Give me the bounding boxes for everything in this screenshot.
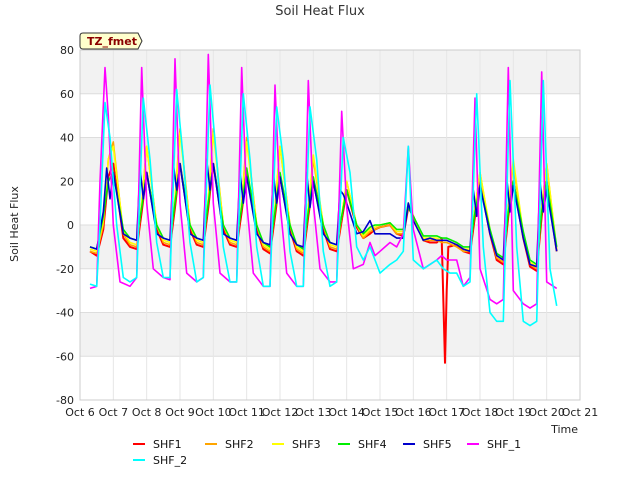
legend-label: SHF5	[423, 438, 452, 451]
x-axis-ticks: Oct 6 Oct 7 Oct 8 Oct 9 Oct 10Oct 11Oct 12Oc…	[65, 406, 598, 419]
x-tick-label: Oct 8	[132, 406, 162, 419]
legend-label: SHF2	[225, 438, 254, 451]
y-tick-label: -60	[56, 350, 74, 363]
plot-band	[80, 93, 580, 138]
y-axis-title: Soil Heat Flux	[8, 186, 21, 262]
x-tick-label: Oct 19	[495, 406, 532, 419]
y-tick-label: -20	[56, 263, 74, 276]
x-tick-label: Oct 14	[328, 406, 365, 419]
x-tick-label: Oct 15	[362, 406, 399, 419]
y-tick-label: 40	[60, 132, 74, 145]
x-tick-label: Oct 21	[562, 406, 599, 419]
y-tick-label: -40	[56, 307, 74, 320]
legend-label: SHF3	[292, 438, 321, 451]
x-tick-label: Oct 10	[195, 406, 232, 419]
legend-label: SHF_1	[487, 438, 521, 451]
plot-band	[80, 137, 580, 182]
legend-label: SHF_2	[153, 454, 187, 467]
x-axis-title: Time	[550, 423, 578, 436]
chart-title: Soil Heat Flux	[275, 4, 365, 19]
y-tick-label: 60	[60, 88, 74, 101]
x-tick-label: Oct 18	[462, 406, 499, 419]
legend-label: SHF1	[153, 438, 182, 451]
x-tick-label: Oct 7	[99, 406, 129, 419]
plot-band	[80, 50, 580, 94]
y-tick-label: 0	[67, 219, 74, 232]
annotation-badge-text: TZ_fmet	[87, 35, 137, 48]
plot-band	[80, 356, 580, 400]
y-tick-label: 20	[60, 175, 74, 188]
plot-band	[80, 312, 580, 357]
x-tick-label: Oct 17	[428, 406, 465, 419]
x-tick-label: Oct 12	[262, 406, 299, 419]
legend-label: SHF4	[358, 438, 387, 451]
soil-heat-flux-chart: -80-60-40-20020406080 Oct 6 Oct 7 Oct 8 Oct…	[0, 0, 640, 480]
x-tick-label: Oct 9	[165, 406, 195, 419]
x-tick-label: Oct 11	[228, 406, 265, 419]
y-tick-label: 80	[60, 44, 74, 57]
x-tick-label: Oct 16	[395, 406, 432, 419]
x-tick-label: Oct 20	[528, 406, 565, 419]
x-tick-label: Oct 13	[295, 406, 332, 419]
annotation-badge: TZ_fmet	[79, 32, 143, 50]
x-tick-label: Oct 6	[65, 406, 95, 419]
